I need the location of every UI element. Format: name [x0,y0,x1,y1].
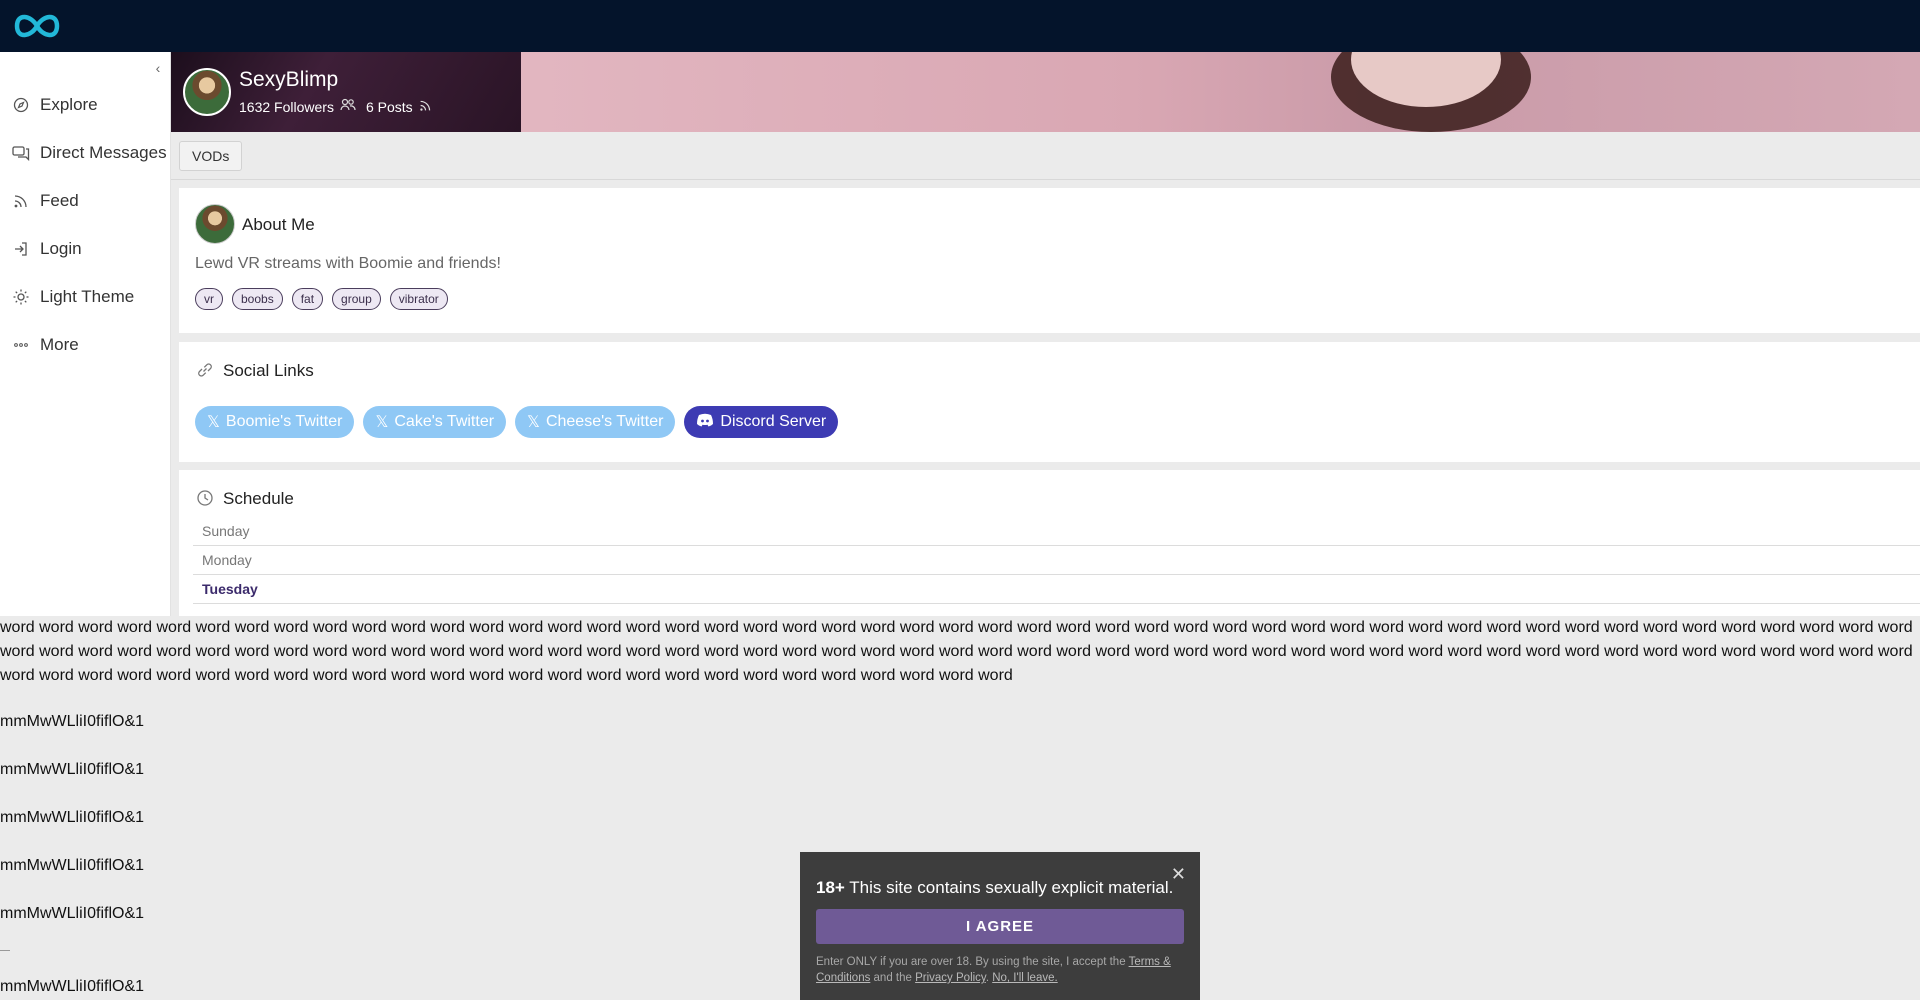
profile-banner: SexyBlimp 1632 Followers 6 Posts [171,52,1920,132]
schedule-card: Schedule Sunday Monday Tuesday [179,470,1920,616]
age-badge: 18+ [816,878,845,897]
discord-icon [696,413,714,432]
filler-words: word word word word word word word word … [0,619,1913,684]
sidebar: ‹ Explore Direct Messages Feed Login Lig… [0,52,171,616]
sidebar-item-label: Explore [40,95,98,114]
rss-icon [12,192,30,210]
link-cheese-twitter[interactable]: 𝕏 Cheese's Twitter [515,406,676,438]
age-gate-modal: ✕ 18+ This site contains sexually explic… [800,852,1200,1000]
chat-icon [12,144,30,162]
link-icon [196,361,214,384]
age-warning-text: This site contains sexually explicit mat… [849,878,1174,897]
link-boomie-twitter[interactable]: 𝕏 Boomie's Twitter [195,406,355,438]
age-gate-disclaimer: Enter ONLY if you are over 18. By using … [816,954,1188,986]
dots-icon [12,336,30,354]
sidebar-item-label: More [40,335,79,354]
link-discord-server[interactable]: Discord Server [684,406,839,438]
posts-count: 6 Posts [365,98,413,115]
tag-group[interactable]: group [332,288,381,310]
link-label: Boomie's Twitter [225,413,343,430]
x-icon: 𝕏 [207,414,220,431]
agree-button[interactable]: I AGREE [816,909,1184,944]
privacy-link[interactable]: Privacy Policy [915,972,986,984]
top-bar [0,0,1920,52]
social-links-card: Social Links 𝕏 Boomie's Twitter 𝕏 Cake's… [179,342,1920,462]
tab-vods[interactable]: VODs [179,141,243,171]
sidebar-item-feed[interactable]: Feed [12,186,79,216]
clock-icon [196,489,214,512]
rss-icon [419,99,432,115]
sidebar-item-explore[interactable]: Explore [12,90,98,120]
schedule-row-monday: Monday [193,546,1920,575]
x-icon: 𝕏 [375,414,389,431]
about-avatar [195,204,235,244]
schedule-title: Schedule [223,489,294,508]
font-sample: mmMwWLliI0fiflO&1 [0,978,145,995]
tag-vr[interactable]: vr [195,288,223,310]
login-icon [12,240,30,258]
about-card: About Me Lewd VR streams with Boomie and… [179,188,1920,333]
link-label: Cake's Twitter [394,413,495,430]
font-sample: mmMwWLliI0fiflO&1 [0,857,145,874]
tag-vibrator[interactable]: vibrator [389,288,448,310]
tag-boobs[interactable]: boobs [232,288,283,310]
font-sample: mmMwWLliI0fiflO&1 [0,905,145,922]
schedule-row-tuesday: Tuesday [193,575,1920,604]
profile-username: SexyBlimp [239,68,339,91]
x-icon: 𝕏 [527,414,540,431]
social-links-list: 𝕏 Boomie's Twitter 𝕏 Cake's Twitter 𝕏 Ch… [195,406,839,438]
sun-icon [12,288,30,306]
age-gate-message: 18+ This site contains sexually explicit… [816,878,1173,898]
about-text: Lewd VR streams with Boomie and friends! [195,255,501,272]
users-icon [340,98,356,115]
tag-fat[interactable]: fat [291,288,324,310]
schedule-row-sunday: Sunday [193,517,1920,546]
link-cake-twitter[interactable]: 𝕏 Cake's Twitter [363,406,507,438]
font-sample: mmMwWLliI0fiflO&1 [0,761,145,778]
about-title: About Me [242,215,315,234]
font-sample: mmMwWLliI0fiflO&1 [0,809,145,826]
leave-link[interactable]: No, I'll leave. [992,972,1057,984]
sidebar-item-label: Login [40,239,82,258]
sidebar-item-login[interactable]: Login [12,234,82,264]
sidebar-item-label: Feed [40,191,79,210]
sidebar-item-label: Direct Messages [40,143,167,162]
sidebar-item-direct-messages[interactable]: Direct Messages [12,138,167,168]
disclaimer-text: Enter ONLY if you are over 18. By using … [816,956,1129,968]
chevron-left-icon[interactable]: ‹ [150,56,166,80]
avatar[interactable] [183,68,231,116]
tab-strip: VODs [171,132,1920,180]
sidebar-item-label: Light Theme [40,287,135,306]
tag-list: vr boobs fat group vibrator [195,288,448,310]
sidebar-item-more[interactable]: More [12,330,79,360]
font-sample: mmMwWLliI0fiflO&1 [0,713,145,730]
divider [0,950,10,951]
link-label: Discord Server [720,413,827,430]
link-label: Cheese's Twitter [545,413,664,430]
compass-icon [12,96,30,114]
disclaimer-text: and the [870,972,916,984]
sidebar-item-light-theme[interactable]: Light Theme [12,282,134,312]
followers-count: 1632 Followers [239,98,334,115]
logo-icon[interactable] [11,9,63,43]
profile-stats: 1632 Followers 6 Posts [239,98,432,115]
social-links-title: Social Links [223,361,314,380]
